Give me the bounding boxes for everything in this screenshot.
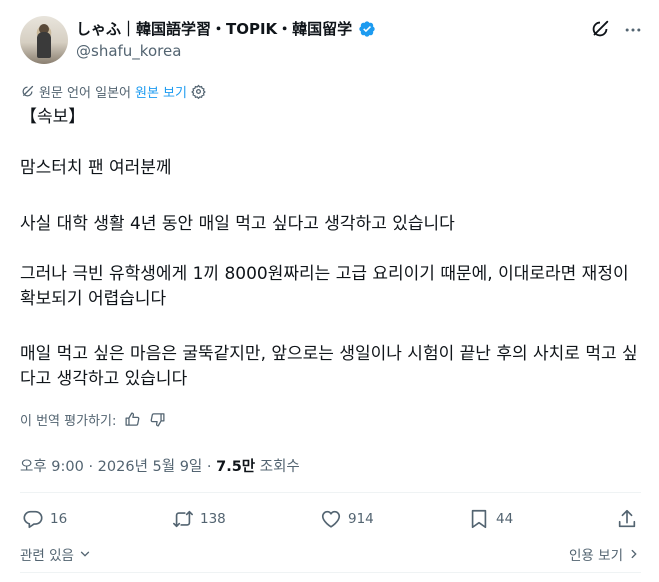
quotes-label: 인용 보기 (569, 548, 623, 564)
tweet-line: 매일 먹고 싶은 마음은 굴뚝같지만, 앞으로는 생일이나 시험이 끝난 후의 … (20, 344, 638, 389)
reply-button[interactable]: 16 (22, 508, 67, 530)
thumbs-down-icon[interactable] (149, 411, 166, 428)
bookmark-icon (471, 509, 487, 529)
chevron-down-icon (80, 551, 90, 557)
divider (20, 492, 641, 493)
repost-icon (173, 510, 193, 528)
divider (20, 572, 641, 573)
tweet-line: 사실 대학 생활 4년 동안 매일 먹고 싶다고 생각하고 있습니다 (20, 214, 455, 234)
avatar[interactable] (20, 16, 68, 64)
related-label: 관련 있음 (20, 548, 74, 564)
tweet-line: 그러나 극빈 유학생에게 1끼 8000원짜리는 고급 요리이기 때문에, 이대… (20, 264, 629, 309)
bookmark-count: 44 (496, 511, 514, 527)
like-count: 914 (348, 511, 374, 527)
repost-count: 138 (200, 511, 226, 527)
views-label: 조회수 (255, 459, 300, 475)
like-icon (321, 510, 341, 528)
chevron-right-icon (631, 549, 637, 559)
more-icon[interactable] (623, 20, 643, 40)
rate-translation-label: 이 번역 평가하기: (20, 414, 117, 429)
verified-badge-icon (359, 20, 375, 37)
share-icon (618, 509, 636, 528)
rate-translation: 이 번역 평가하기: (20, 410, 166, 429)
related-toggle[interactable]: 관련 있음 (20, 544, 92, 564)
timestamp[interactable]: 오후 9:00 · 2026년 5월 9일 · (20, 459, 216, 475)
gear-icon[interactable] (191, 84, 206, 99)
tweet-line: 【속보】 (20, 107, 86, 127)
translate-icon (22, 85, 34, 97)
repost-button[interactable]: 138 (172, 508, 226, 530)
tweet-header: しゃふ｜韓国語学習・TOPIK・韓国留学 @shafu_korea (20, 14, 645, 68)
views-count: 7.5만 (216, 459, 256, 475)
reply-icon (23, 510, 43, 529)
grok-icon[interactable] (589, 18, 611, 40)
original-language-label: 원문 언어 일본어 (39, 86, 131, 101)
author-name-row: しゃふ｜韓国語学習・TOPIK・韓国留学 (76, 18, 376, 39)
bookmark-button[interactable]: 44 (468, 508, 513, 530)
thumbs-up-icon[interactable] (124, 411, 141, 428)
translation-info: 원문 언어 일본어 원본 보기 (20, 82, 206, 101)
author-handle[interactable]: @shafu_korea (76, 42, 181, 60)
author-display-name[interactable]: しゃふ｜韓国語学習・TOPIK・韓国留学 (76, 18, 352, 39)
view-original-link[interactable]: 원본 보기 (135, 82, 187, 101)
action-bar: 16 138 914 44 (20, 508, 641, 532)
share-button[interactable] (616, 508, 638, 530)
like-button[interactable]: 914 (320, 508, 374, 530)
reply-count: 16 (50, 511, 68, 527)
tweet-line: 맘스터치 팬 여러분께 (20, 158, 172, 178)
tweet-meta: 오후 9:00 · 2026년 5월 9일 · 7.5만 조회수 (20, 455, 300, 476)
view-quotes-link[interactable]: 인용 보기 (569, 544, 641, 564)
